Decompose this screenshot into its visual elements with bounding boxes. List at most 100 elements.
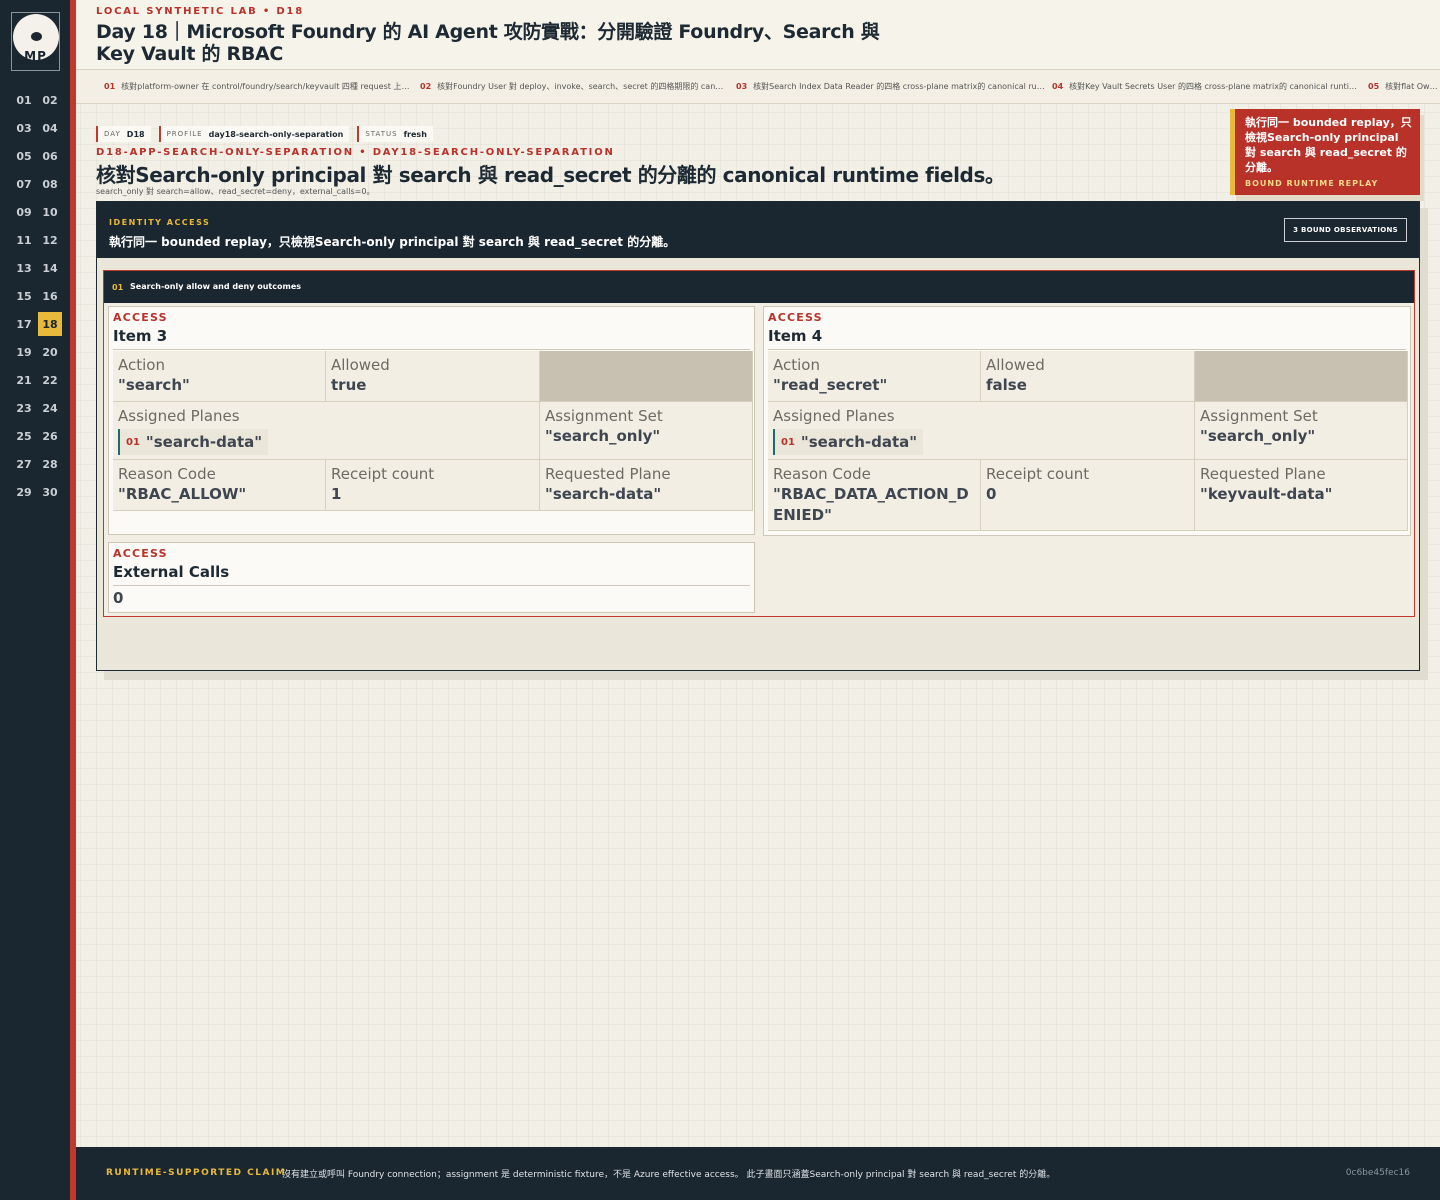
day-link-13[interactable]: 13 xyxy=(12,256,36,280)
callout-label: BOUND RUNTIME REPLAY xyxy=(1245,179,1379,188)
field-value: 1 xyxy=(331,485,342,503)
day-link-30[interactable]: 30 xyxy=(38,480,62,504)
field-label: Receipt count xyxy=(331,465,435,483)
page-header: LOCAL SYNTHETIC LAB • D18 Day 18｜Microso… xyxy=(76,0,1440,70)
day-link-25[interactable]: 25 xyxy=(12,424,36,448)
day-link-20[interactable]: 20 xyxy=(38,340,62,364)
field-value: false xyxy=(986,376,1027,394)
day-link-18[interactable]: 18 xyxy=(38,312,62,336)
field-value: 0 xyxy=(986,485,997,503)
field-action: Action "search" xyxy=(113,351,326,402)
field-label: Receipt count xyxy=(986,465,1090,483)
page-title: Day 18｜Microsoft Foundry 的 AI Agent 攻防實戰… xyxy=(96,21,880,65)
field-receipt-count: Receipt count 1 xyxy=(326,460,540,511)
day-link-29[interactable]: 29 xyxy=(12,480,36,504)
header-kicker: LOCAL SYNTHETIC LAB • D18 xyxy=(96,6,304,17)
field-value: "RBAC_DATA_ACTION_DENIED" xyxy=(773,485,969,524)
breadcrumb-item[interactable]: 03 核對Search Index Data Reader 的四格 cross-p… xyxy=(736,81,1046,92)
field-label: Assigned Planes xyxy=(773,407,895,425)
tag-profile: PROFILE day18-search-only-separation xyxy=(158,126,350,142)
logo-text: MP xyxy=(24,49,47,63)
scenario-slug: D18-APP-SEARCH-ONLY-SEPARATION • DAY18-S… xyxy=(96,147,615,158)
breadcrumb-item[interactable]: 02 核對Foundry User 對 deploy、invoke、search、… xyxy=(420,81,730,92)
day-link-10[interactable]: 10 xyxy=(38,200,62,224)
day-link-11[interactable]: 11 xyxy=(12,228,36,252)
day-link-14[interactable]: 14 xyxy=(38,256,62,280)
field-label: Reason Code xyxy=(118,465,216,483)
outcomes-section: 01 Search-only allow and deny outcomes A… xyxy=(103,270,1415,617)
field-assigned-planes: Assigned Planes 01 "search-data" xyxy=(113,402,540,460)
day-link-28[interactable]: 28 xyxy=(38,452,62,476)
day-link-06[interactable]: 06 xyxy=(38,144,62,168)
field-action: Action "read_secret" xyxy=(768,351,981,402)
card-divider xyxy=(113,585,750,586)
plane-chip: 01 "search-data" xyxy=(118,429,269,455)
field-empty xyxy=(540,351,753,402)
observations-badge[interactable]: 3 BOUND OBSERVATIONS xyxy=(1284,218,1407,242)
breadcrumb-text: 核對platform-owner 在 control/foundry/searc… xyxy=(121,82,414,91)
day-link-16[interactable]: 16 xyxy=(38,284,62,308)
logo[interactable]: MP xyxy=(11,12,60,71)
day-link-08[interactable]: 08 xyxy=(38,172,62,196)
field-allowed: Allowed false xyxy=(981,351,1195,402)
card-divider xyxy=(768,349,1406,350)
footer-text: 沒有建立或呼叫 Foundry connection；assignment 是 … xyxy=(282,1170,1056,1180)
day-link-12[interactable]: 12 xyxy=(38,228,62,252)
breadcrumb-number: 04 xyxy=(1052,82,1064,91)
day-link-24[interactable]: 24 xyxy=(38,396,62,420)
field-assignment-set: Assignment Set "search_only" xyxy=(540,402,753,460)
field-label: Action xyxy=(118,356,165,374)
identity-access-panel: IDENTITY ACCESS 執行同一 bounded replay，只檢視S… xyxy=(96,201,1420,671)
day-link-22[interactable]: 22 xyxy=(38,368,62,392)
day-navigation: 01 02 03 04 05 06 07 08 09 10 11 12 13 14 15 16 17 18 19 20… xyxy=(12,88,64,508)
field-reason-code: Reason Code "RBAC_DATA_ACTION_DENIED" xyxy=(768,460,981,531)
card-title: Item 4 xyxy=(768,327,823,345)
section-title: Search-only allow and deny outcomes xyxy=(130,282,302,291)
field-value: "search_only" xyxy=(1200,427,1316,445)
day-link-01[interactable]: 01 xyxy=(12,88,36,112)
day-link-26[interactable]: 26 xyxy=(38,424,62,448)
footer-claim-bar: RUNTIME-SUPPORTED CLAIM 沒有建立或呼叫 Foundry … xyxy=(76,1147,1440,1200)
field-requested-plane: Requested Plane "keyvault-data" xyxy=(1195,460,1408,531)
field-value: "search" xyxy=(118,376,190,394)
callout-text: 執行同一 bounded replay，只檢視Search-only princ… xyxy=(1245,116,1412,174)
field-label: Reason Code xyxy=(773,465,871,483)
tag-key: PROFILE xyxy=(166,130,203,138)
field-label: Assignment Set xyxy=(1200,407,1318,425)
day-link-17[interactable]: 17 xyxy=(12,312,36,336)
breadcrumb-number: 05 xyxy=(1368,82,1380,91)
breadcrumb-item[interactable]: 04 核對Key Vault Secrets User 的四格 cross-pla… xyxy=(1052,81,1362,92)
breadcrumb-text: 核對Search Index Data Reader 的四格 cross-pla… xyxy=(753,82,1045,91)
field-assigned-planes: Assigned Planes 01 "search-data" xyxy=(768,402,1195,460)
day-link-02[interactable]: 02 xyxy=(38,88,62,112)
access-card-item-4: ACCESS Item 4 Action "read_secret" Allow… xyxy=(763,306,1411,536)
day-link-07[interactable]: 07 xyxy=(12,172,36,196)
day-link-05[interactable]: 05 xyxy=(12,144,36,168)
breadcrumb-item[interactable]: 05 核對flat Owner… xyxy=(1368,81,1440,92)
breadcrumb-item[interactable]: 01 核對platform-owner 在 control/foundry/sea… xyxy=(104,81,414,92)
card-divider xyxy=(113,349,750,350)
day-link-09[interactable]: 09 xyxy=(12,200,36,224)
day-link-27[interactable]: 27 xyxy=(12,452,36,476)
day-link-03[interactable]: 03 xyxy=(12,116,36,140)
breadcrumb-number: 01 xyxy=(104,82,116,91)
day-link-19[interactable]: 19 xyxy=(12,340,36,364)
tag-status: STATUS fresh xyxy=(357,126,433,142)
field-reason-code: Reason Code "RBAC_ALLOW" xyxy=(113,460,326,511)
day-link-21[interactable]: 21 xyxy=(12,368,36,392)
footer-kicker: RUNTIME-SUPPORTED CLAIM xyxy=(106,1168,287,1178)
tag-key: DAY xyxy=(104,130,121,138)
chip-value: "search-data" xyxy=(145,432,263,451)
day-link-15[interactable]: 15 xyxy=(12,284,36,308)
day-link-04[interactable]: 04 xyxy=(38,116,62,140)
external-calls-card: ACCESS External Calls 0 xyxy=(108,542,755,613)
breadcrumb-text: 核對Key Vault Secrets User 的四格 cross-plane… xyxy=(1069,82,1357,91)
field-label: Action xyxy=(773,356,820,374)
sidebar: MP 01 02 03 04 05 06 07 08 09 10 11 12 13 14 15 16 17 18 1… xyxy=(0,0,70,1200)
chip-number: 01 xyxy=(781,436,795,448)
field-label: Requested Plane xyxy=(1200,465,1326,483)
chip-number: 01 xyxy=(126,436,140,448)
meta-tags: DAY D18 PROFILE day18-search-only-separati… xyxy=(96,126,441,142)
tag-value: day18-search-only-separation xyxy=(208,129,344,139)
day-link-23[interactable]: 23 xyxy=(12,396,36,420)
